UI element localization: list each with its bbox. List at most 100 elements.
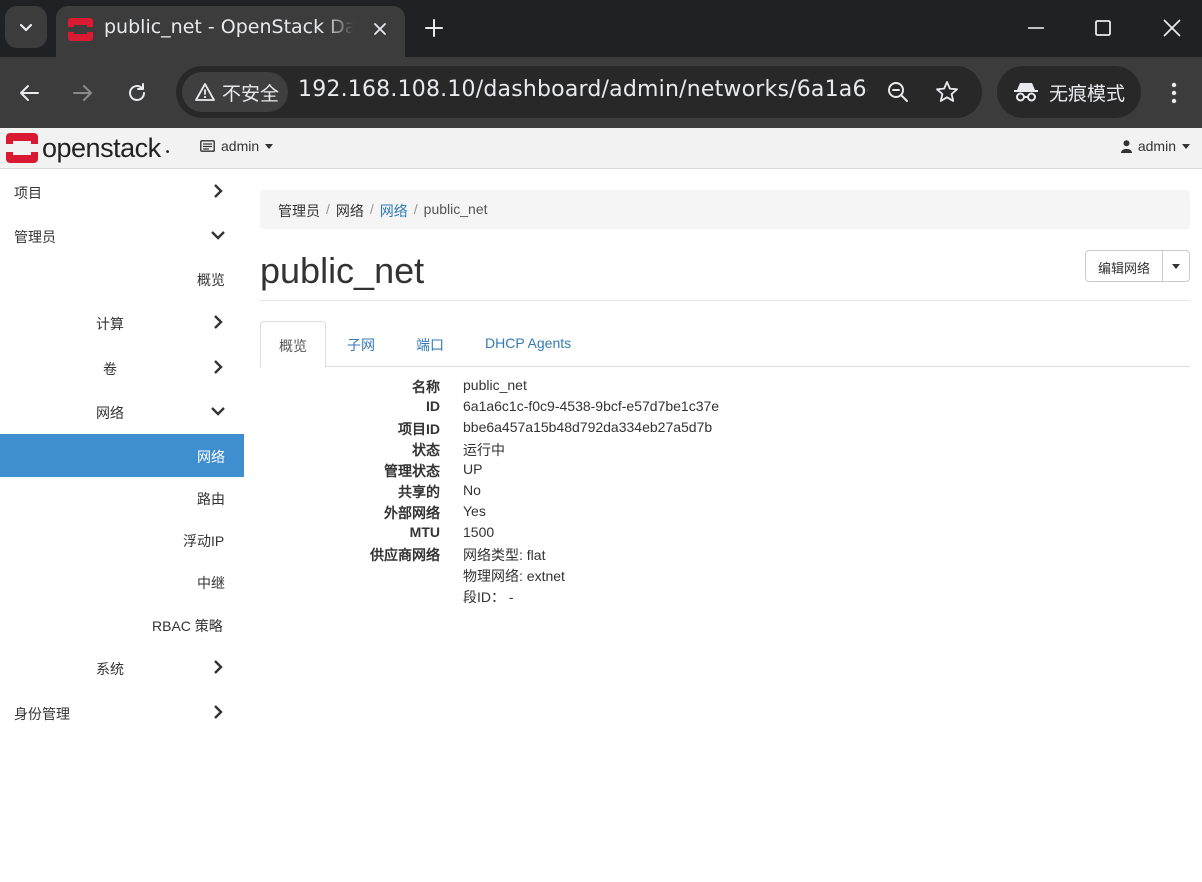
edit-network-button[interactable]: 编辑网络 — [1086, 251, 1163, 281]
sidebar-item-networks[interactable]: 网络 — [0, 434, 244, 477]
browser-menu-button[interactable] — [1160, 75, 1188, 111]
reload-icon — [129, 83, 145, 101]
sidebar-item-rbac-policies[interactable]: RBAC 策略 — [0, 603, 244, 646]
detail-value: 运行中 — [463, 442, 505, 458]
tab-search-button[interactable] — [5, 6, 47, 48]
caret-down-icon — [265, 143, 274, 149]
address-bar[interactable]: 不安全 192.168.108.10/dashboard/admin/netwo… — [176, 66, 982, 118]
detail-value: 物理网络: extnet — [463, 568, 565, 584]
tab-ports[interactable]: 端口 — [398, 321, 462, 367]
project-name: admin — [221, 138, 260, 154]
detail-label: 共享的 — [398, 484, 440, 500]
sidebar-item-admin[interactable]: 管理员 — [0, 214, 244, 257]
openstack-logo-icon — [6, 133, 38, 163]
close-tab-button[interactable] — [368, 17, 392, 41]
sidebar-item-label: 浮动IP — [183, 533, 225, 549]
title-divider — [260, 300, 1190, 301]
sidebar-item-volume[interactable]: 卷 — [0, 346, 244, 389]
browser-tab-active[interactable]: public_net - OpenStack Dashboard — [56, 6, 405, 57]
sidebar-item-compute[interactable]: 计算 — [0, 301, 244, 344]
caret-down-icon — [1182, 143, 1190, 149]
more-actions-toggle[interactable] — [1163, 251, 1189, 281]
sidebar-item-routers[interactable]: 路由 — [0, 476, 244, 519]
minimize-window-button[interactable] — [1016, 10, 1056, 46]
maximize-window-button[interactable] — [1083, 10, 1123, 46]
sidebar-item-label: 网络 — [96, 405, 124, 421]
chevron-down-icon — [19, 23, 33, 32]
detail-row-mtu: MTU 1500 — [260, 524, 1190, 545]
sidebar-item-identity[interactable]: 身份管理 — [0, 691, 244, 734]
user-name: admin — [1137, 138, 1176, 154]
tab-overview[interactable]: 概览 — [260, 321, 326, 368]
sidebar-item-admin-overview[interactable]: 概览 — [0, 257, 244, 300]
sidebar-item-network-group[interactable]: 网络 — [0, 390, 244, 433]
incognito-icon — [1014, 83, 1038, 102]
project-picker-dropdown[interactable]: admin — [200, 138, 274, 154]
detail-row-external: 外部网络 Yes — [260, 503, 1190, 524]
incognito-label: 无痕模式 — [1049, 82, 1126, 105]
close-icon — [1163, 19, 1181, 37]
url-text[interactable]: 192.168.108.10/dashboard/admin/networks/… — [298, 77, 868, 107]
sidebar-item-label: 路由 — [197, 491, 225, 507]
detail-label: 项目ID — [398, 421, 440, 437]
tab-subnets[interactable]: 子网 — [329, 321, 393, 367]
close-window-button[interactable] — [1152, 10, 1192, 46]
detail-value: 6a1a6c1c-f0c9-4538-9bcf-e57d7be1c37e — [463, 398, 720, 414]
detail-value: 网络类型: flat — [463, 547, 546, 563]
bookmark-button[interactable] — [933, 78, 961, 106]
sidebar-nav: 项目 管理员 概览 计算 卷 网络 网络 路由 浮动IP 中继 RBAC 策略 … — [0, 170, 244, 882]
forward-button[interactable] — [65, 75, 101, 111]
chevron-right-icon — [214, 315, 223, 329]
breadcrumb-separator: / — [326, 201, 330, 217]
incognito-indicator[interactable]: 无痕模式 — [997, 66, 1141, 118]
detail-row-shared: 共享的 No — [260, 482, 1190, 503]
back-button[interactable] — [11, 75, 47, 111]
sidebar-item-label: 计算 — [96, 316, 124, 332]
detail-row-status: 状态 运行中 — [260, 440, 1190, 461]
brand-name: openstack — [42, 132, 161, 163]
detail-label: 名称 — [412, 379, 440, 395]
maximize-icon — [1095, 20, 1111, 36]
browser-tab-strip: public_net - OpenStack Dashboard — [0, 0, 1202, 57]
breadcrumb-item-admin: 管理员 — [278, 203, 320, 219]
overview-details: 名称 public_net ID 6a1a6c1c-f0c9-4538-9bcf… — [260, 377, 1190, 608]
network-actions: 编辑网络 — [1085, 250, 1190, 282]
detail-value: 1500 — [463, 524, 495, 540]
detail-label: 管理状态 — [384, 463, 440, 479]
chevron-down-icon — [211, 407, 225, 416]
arrow-left-icon — [20, 85, 39, 101]
tab-dhcp-agents[interactable]: DHCP Agents — [467, 321, 589, 367]
detail-row-id: ID 6a1a6c1c-f0c9-4538-9bcf-e57d7be1c37e — [260, 398, 1190, 419]
detail-row-provider-network: 供应商网络 网络类型: flat — [260, 545, 1190, 566]
site-security-chip[interactable]: 不安全 — [182, 72, 288, 112]
sidebar-item-floating-ips[interactable]: 浮动IP — [0, 518, 244, 561]
detail-label: 供应商网络 — [370, 547, 440, 563]
chevron-right-icon — [214, 660, 223, 674]
sidebar-item-project[interactable]: 项目 — [0, 170, 244, 213]
detail-value: No — [463, 482, 481, 498]
zoom-icon — [888, 82, 908, 102]
detail-label: ID — [426, 398, 440, 414]
brand-logo-link[interactable]: openstack • — [6, 132, 171, 164]
brand-mark-dot: • — [164, 147, 171, 158]
sidebar-item-system[interactable]: 系统 — [0, 646, 244, 689]
sidebar-item-label: RBAC 策略 — [152, 618, 223, 634]
chevron-right-icon — [214, 705, 223, 719]
sidebar-item-label: 系统 — [96, 661, 124, 677]
breadcrumb-item-network-group: 网络 — [335, 203, 364, 219]
detail-value: UP — [463, 461, 483, 477]
breadcrumb-link-networks[interactable]: 网络 — [380, 201, 408, 219]
plus-icon — [425, 19, 443, 37]
caret-down-icon — [1172, 263, 1180, 269]
zoom-button[interactable] — [884, 78, 912, 106]
new-tab-button[interactable] — [420, 14, 448, 42]
detail-row-physical-network: 物理网络: extnet — [260, 566, 1190, 587]
app-top-nav: openstack • admin admin — [0, 128, 1202, 169]
openstack-favicon-icon — [68, 18, 93, 41]
reload-button[interactable] — [119, 75, 155, 111]
warning-icon — [195, 83, 215, 101]
user-menu-dropdown[interactable]: admin — [1120, 138, 1190, 154]
sidebar-item-trunks[interactable]: 中继 — [0, 560, 244, 603]
detail-value: bbe6a457a15b48d792da334eb27a5d7b — [463, 419, 713, 435]
minimize-icon — [1028, 27, 1044, 29]
